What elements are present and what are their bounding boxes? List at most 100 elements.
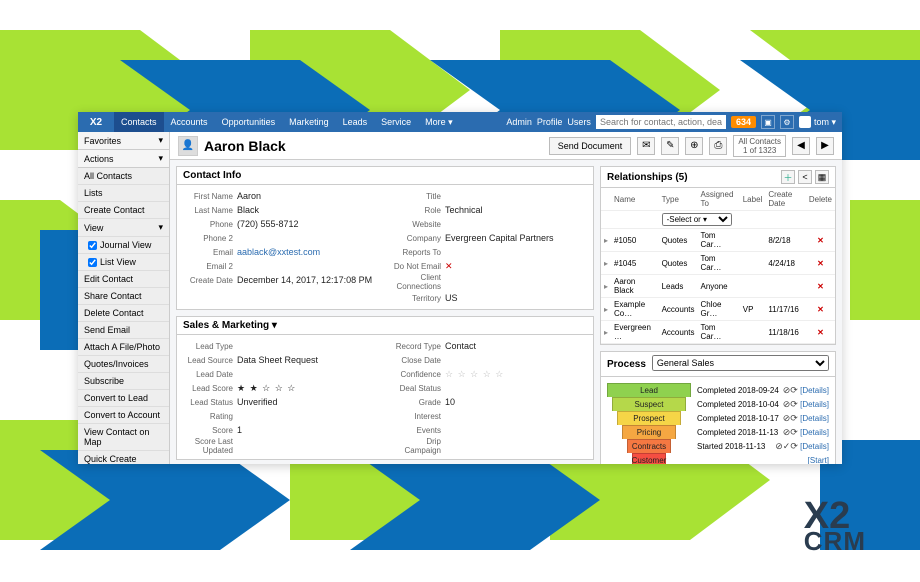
funnel-stage[interactable]: Pricing: [622, 425, 676, 439]
label-territory: Territory: [391, 294, 445, 303]
sidebar-item-share-contact[interactable]: Share Contact: [78, 288, 169, 305]
nav-tab-opportunities[interactable]: Opportunities: [215, 112, 283, 132]
share-icon[interactable]: ⊕: [685, 137, 703, 155]
process-event-row: [Start]: [697, 453, 829, 464]
delete-row-icon[interactable]: ✕: [806, 298, 835, 321]
contact-info-header[interactable]: Contact Info: [177, 167, 593, 185]
process-event-link[interactable]: [Details]: [800, 400, 829, 409]
table-row[interactable]: ▸Evergreen …AccountsTom Car…11/18/16✕: [601, 321, 835, 344]
funnel-stage[interactable]: Customer: [632, 453, 666, 464]
process-event-row: Completed 2018-10-04⊘⟳ [Details]: [697, 397, 829, 411]
nav-link-users[interactable]: Users: [567, 117, 591, 127]
prev-record-icon[interactable]: ◀: [792, 137, 810, 155]
nav-tab-leads[interactable]: Leads: [336, 112, 375, 132]
settings-icon[interactable]: ⚙: [780, 115, 794, 129]
sidebar-item-list-view[interactable]: List View: [78, 254, 169, 271]
sidebar-actions-header[interactable]: Actions▾: [78, 150, 169, 168]
email-icon[interactable]: ✉: [637, 137, 655, 155]
col-type[interactable]: Type: [659, 188, 698, 211]
relationship-type-filter[interactable]: -Select or ▾: [662, 213, 732, 226]
table-row[interactable]: ▸#1045QuotesTom Car…4/24/18✕: [601, 252, 835, 275]
send-document-button[interactable]: Send Document: [549, 137, 632, 155]
col-date[interactable]: Create Date: [765, 188, 806, 211]
list-view-checkbox[interactable]: [88, 258, 97, 267]
sidebar-item-quotes-invoices[interactable]: Quotes/Invoices: [78, 356, 169, 373]
funnel-stage[interactable]: Lead: [607, 383, 691, 397]
table-row[interactable]: ▸Aaron BlackLeadsAnyone✕: [601, 275, 835, 298]
nav-tab-service[interactable]: Service: [374, 112, 418, 132]
label-lead-type: Lead Type: [183, 342, 237, 351]
label-reports-to: Reports To: [391, 248, 445, 257]
label-drip-campaign: Drip Campaign: [391, 437, 445, 455]
process-event-link[interactable]: [Details]: [800, 414, 829, 423]
sidebar-item-journal-view[interactable]: Journal View: [78, 237, 169, 254]
nav-tab-more[interactable]: More ▾: [418, 112, 460, 132]
delete-row-icon[interactable]: ✕: [806, 229, 835, 252]
sidebar-item-view-on-map[interactable]: View Contact on Map: [78, 424, 169, 451]
nav-link-admin[interactable]: Admin: [506, 117, 532, 127]
sidebar-item-subscribe[interactable]: Subscribe: [78, 373, 169, 390]
layout-icon[interactable]: ▣: [761, 115, 775, 129]
label-company: Company: [391, 234, 445, 243]
funnel-stage[interactable]: Prospect: [617, 411, 681, 425]
label-email: Email: [183, 248, 237, 257]
col-label[interactable]: Label: [740, 188, 766, 211]
relationships-panel: Relationships (5) ＋ < ▦ Name Typ: [600, 166, 836, 345]
nav-tab-accounts[interactable]: Accounts: [164, 112, 215, 132]
sidebar-item-delete-contact[interactable]: Delete Contact: [78, 305, 169, 322]
table-row[interactable]: ▸Example Co…AccountsChloe Gr…VP11/17/16✕: [601, 298, 835, 321]
record-counter: All Contacts 1 of 1323: [733, 135, 786, 157]
sidebar-item-lists[interactable]: Lists: [78, 185, 169, 202]
funnel-stage[interactable]: Contracts: [627, 439, 671, 453]
journal-view-checkbox[interactable]: [88, 241, 97, 250]
contact-info-panel: Contact Info First NameAaron Last NameBl…: [176, 166, 594, 310]
process-select[interactable]: General Sales: [652, 355, 829, 371]
process-funnel: LeadSuspectProspectPricingContractsCusto…: [607, 383, 691, 464]
col-name[interactable]: Name: [611, 188, 659, 211]
process-panel: Process General Sales LeadSuspectProspec…: [600, 351, 836, 464]
sales-marketing-header[interactable]: Sales & Marketing ▾: [177, 317, 593, 335]
next-record-icon[interactable]: ▶: [816, 137, 834, 155]
nav-tab-contacts[interactable]: Contacts: [114, 112, 164, 132]
sidebar-item-all-contacts[interactable]: All Contacts: [78, 168, 169, 185]
user-menu[interactable]: tom ▾: [799, 116, 836, 128]
sidebar-item-attach-file[interactable]: Attach A File/Photo: [78, 339, 169, 356]
share-relationship-icon[interactable]: <: [798, 170, 812, 184]
chevron-down-icon: ▾: [158, 153, 163, 164]
label-deal-status: Deal Status: [391, 384, 445, 393]
label-first-name: First Name: [183, 192, 237, 201]
funnel-stage[interactable]: Suspect: [612, 397, 686, 411]
nav-tab-marketing[interactable]: Marketing: [282, 112, 336, 132]
process-event-link[interactable]: [Details]: [800, 386, 829, 395]
delete-row-icon[interactable]: ✕: [806, 252, 835, 275]
process-event-link[interactable]: [Start]: [808, 456, 829, 464]
sidebar-item-convert-lead[interactable]: Convert to Lead: [78, 390, 169, 407]
sidebar-item-edit-contact[interactable]: Edit Contact: [78, 271, 169, 288]
value-company: Evergreen Capital Partners: [445, 233, 554, 243]
label-record-type: Record Type: [391, 342, 445, 351]
delete-row-icon[interactable]: ✕: [806, 321, 835, 344]
sidebar-item-view[interactable]: View▾: [78, 219, 169, 237]
table-row[interactable]: ▸#1050QuotesTom Car…8/2/18✕: [601, 229, 835, 252]
notification-badge[interactable]: 634: [731, 116, 756, 128]
label-confidence: Confidence: [391, 370, 445, 379]
sidebar-favorites-header[interactable]: Favorites▾: [78, 132, 169, 150]
sidebar-item-send-email[interactable]: Send Email: [78, 322, 169, 339]
global-search-input[interactable]: [596, 115, 726, 129]
nav-link-profile[interactable]: Profile: [537, 117, 563, 127]
graph-relationship-icon[interactable]: ▦: [815, 170, 829, 184]
print-icon[interactable]: ⎙: [709, 137, 727, 155]
label-close-date: Close Date: [391, 356, 445, 365]
process-event-link[interactable]: [Details]: [800, 428, 829, 437]
col-delete[interactable]: Delete: [806, 188, 835, 211]
relationships-table: Name Type Assigned To Label Create Date …: [601, 188, 835, 344]
sidebar-item-quick-create[interactable]: Quick Create: [78, 451, 169, 464]
process-event-link[interactable]: [Details]: [800, 442, 829, 451]
add-relationship-icon[interactable]: ＋: [781, 170, 795, 184]
sidebar-item-convert-account[interactable]: Convert to Account: [78, 407, 169, 424]
sidebar-item-create-contact[interactable]: Create Contact: [78, 202, 169, 219]
delete-row-icon[interactable]: ✕: [806, 275, 835, 298]
label-score-last-updated: Score Last Updated: [183, 437, 237, 455]
edit-icon[interactable]: ✎: [661, 137, 679, 155]
col-assigned[interactable]: Assigned To: [697, 188, 739, 211]
